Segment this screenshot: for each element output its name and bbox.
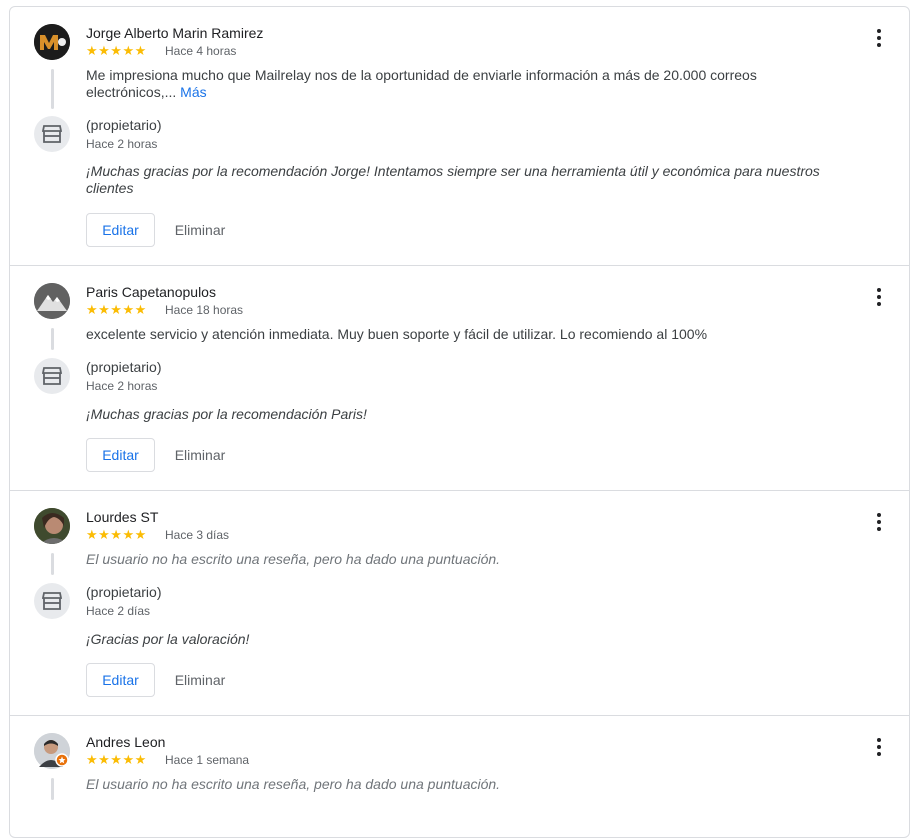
owner-reply: ¡Muchas gracias por la recomendación Par… xyxy=(86,406,367,422)
edit-reply-button[interactable]: Editar xyxy=(86,438,155,472)
user-photo-icon xyxy=(34,508,70,544)
thread-line xyxy=(51,69,54,109)
reviewer-avatar[interactable] xyxy=(34,733,70,769)
mountain-icon xyxy=(34,283,70,319)
review-text: El usuario no ha escrito una reseña, per… xyxy=(86,551,501,567)
thread-line xyxy=(51,778,54,800)
reviewer-name[interactable]: Paris Capetanopulos xyxy=(86,284,216,300)
reviews-panel: Jorge Alberto Marin Ramirez ★★★★★ Hace 4… xyxy=(9,6,910,838)
reply-time: Hace 2 horas xyxy=(86,137,158,151)
store-icon xyxy=(42,592,62,610)
delete-reply-button[interactable]: Eliminar xyxy=(165,663,235,697)
reviewer-name[interactable]: Lourdes ST xyxy=(86,509,158,525)
review-time: Hace 1 semana xyxy=(165,753,250,767)
edit-reply-button[interactable]: Editar xyxy=(86,663,155,697)
divider xyxy=(10,715,909,716)
store-icon xyxy=(42,367,62,385)
rating-stars: ★★★★★ xyxy=(86,752,147,767)
reviewer-name[interactable]: Jorge Alberto Marin Ramirez xyxy=(86,25,263,41)
edit-reply-button[interactable]: Editar xyxy=(86,213,155,247)
owner-label: (propietario) xyxy=(86,117,162,133)
owner-reply: ¡Muchas gracias por la recomendación Jor… xyxy=(86,163,820,196)
reviewer-avatar[interactable] xyxy=(34,24,70,60)
more-options-button[interactable] xyxy=(866,734,892,760)
review-time: Hace 3 días xyxy=(165,528,230,542)
reviewer-avatar[interactable] xyxy=(34,283,70,319)
owner-reply: ¡Gracias por la valoración! xyxy=(86,631,250,647)
owner-label: (propietario) xyxy=(86,359,162,375)
more-options-button[interactable] xyxy=(866,509,892,535)
divider xyxy=(10,490,909,491)
owner-avatar xyxy=(34,116,70,152)
divider xyxy=(10,265,909,266)
delete-reply-button[interactable]: Eliminar xyxy=(165,213,235,247)
user-photo-icon xyxy=(34,24,70,60)
review-text: excelente servicio y atención inmediata.… xyxy=(86,326,708,342)
owner-avatar xyxy=(34,358,70,394)
more-link[interactable]: Más xyxy=(180,84,206,100)
review-time: Hace 4 horas xyxy=(165,44,237,58)
rating-stars: ★★★★★ xyxy=(86,43,147,58)
thread-line xyxy=(51,553,54,575)
reply-time: Hace 2 horas xyxy=(86,379,158,393)
store-icon xyxy=(42,125,62,143)
review-text: El usuario no ha escrito una reseña, per… xyxy=(86,776,501,792)
thread-line xyxy=(51,328,54,350)
user-photo-icon xyxy=(34,733,70,769)
rating-stars: ★★★★★ xyxy=(86,527,147,542)
review-text: Me impresiona mucho que Mailrelay nos de… xyxy=(86,67,786,101)
delete-reply-button[interactable]: Eliminar xyxy=(165,438,235,472)
more-options-button[interactable] xyxy=(866,25,892,51)
reviewer-avatar[interactable] xyxy=(34,508,70,544)
owner-avatar xyxy=(34,583,70,619)
owner-label: (propietario) xyxy=(86,584,162,600)
reviewer-name[interactable]: Andres Leon xyxy=(86,734,165,750)
more-options-button[interactable] xyxy=(866,284,892,310)
rating-stars: ★★★★★ xyxy=(86,302,147,317)
review-time: Hace 18 horas xyxy=(165,303,244,317)
reply-time: Hace 2 días xyxy=(86,604,151,618)
